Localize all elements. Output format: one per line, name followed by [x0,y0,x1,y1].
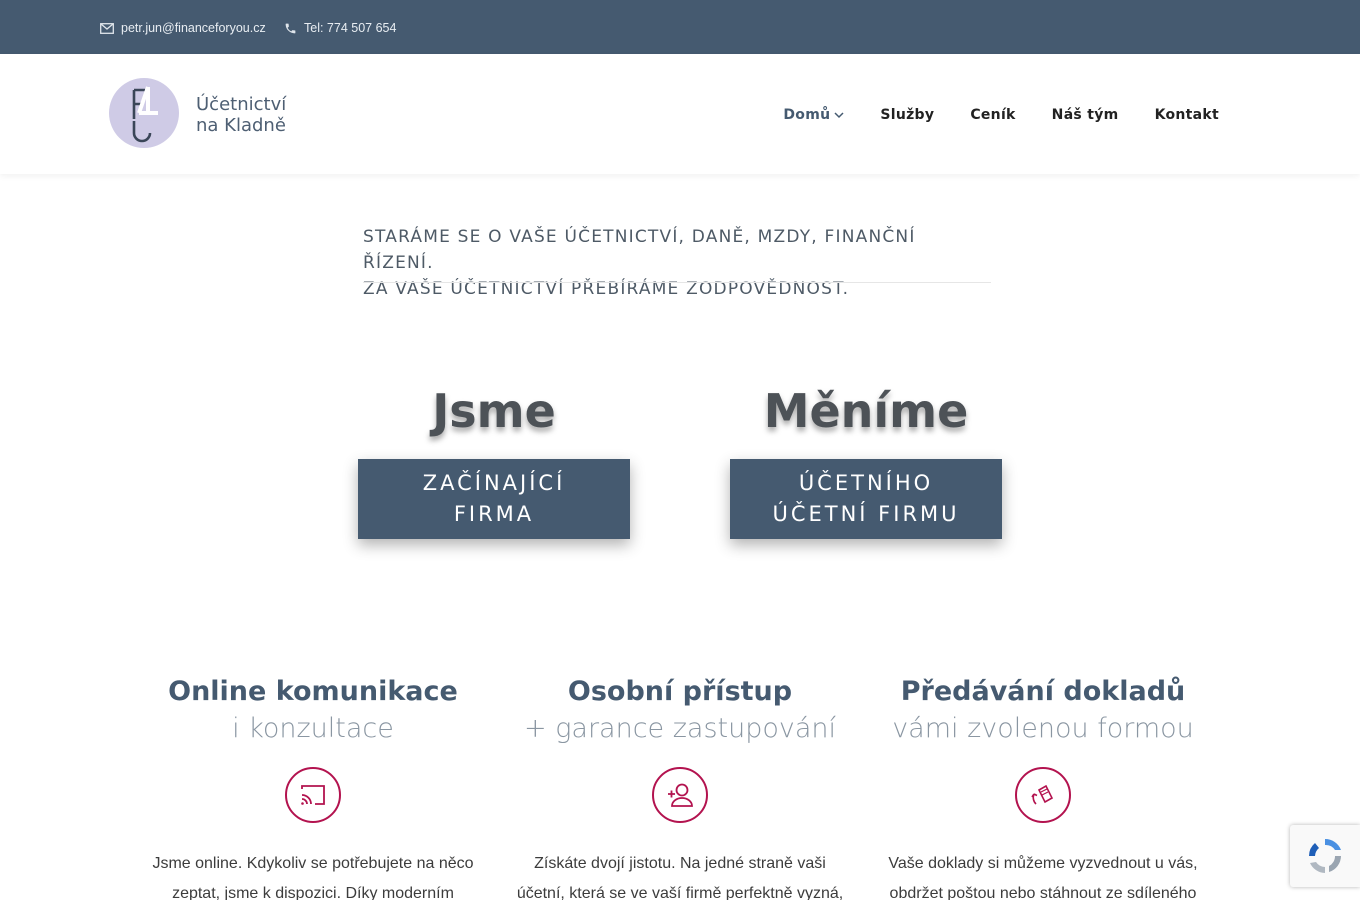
email-link[interactable]: petr.jun@financeforyou.cz [100,20,266,36]
hero-word-menime: Měníme [763,384,969,438]
nav-item-label: Ceník [970,107,1016,123]
nav-item-label: Kontakt [1154,107,1219,123]
hero-word-jsme: Jsme [432,384,556,438]
feature-text-line1: Vaše doklady si můžeme vyzvednout u vás, [888,855,1198,872]
nav-item-cenik[interactable]: Ceník [970,107,1015,123]
hero-box-line1: ZAČÍNAJÍCÍ [422,471,566,495]
feature-title: Osobní přístup [567,676,793,707]
top-bar: petr.jun@financeforyou.cz Tel: 774 507 6… [0,0,1360,54]
chevron-down-icon [834,111,844,118]
feature-text-line2: obdržet poštou nebo stáhnout ze sdílenéh… [889,885,1197,900]
feature-text-line2: zeptat, jsme k dispozici. Díky moderním [172,885,454,900]
nav-item-label: Domů [783,107,831,123]
nav-item-label: Služby [880,107,935,123]
site-header: Účetnictví na Kladně Domů Služby Ceník N… [0,54,1360,174]
tagline: STARÁME SE O VAŠE ÚČETNICTVÍ, DANĚ, MZDY… [363,224,991,302]
recaptcha-badge[interactable] [1290,825,1360,887]
cast-icon [285,767,341,823]
phone-text: Tel: 774 507 654 [304,21,397,35]
feature-text: Vaše doklady si můžeme vyzvednout u vás,… [873,849,1213,900]
feature-subtitle: i konzultace [232,713,394,744]
add-user-icon [652,767,708,823]
hero-box-ucetni-firmu[interactable]: ÚČETNÍHO ÚČETNÍ FIRMU [730,459,1002,539]
nav-item-nas-tym[interactable]: Náš tým [1052,107,1119,123]
feature-text-line1: Získáte dvojí jistotu. Na jedné straně v… [534,855,826,872]
logo-text[interactable]: Účetnictví na Kladně [196,94,286,136]
nav-item-sluzby[interactable]: Služby [880,107,934,123]
feature-text: Jsme online. Kdykoliv se potřebujete na … [143,849,483,900]
phone-icon [285,23,296,33]
logo-text-line2: na Kladně [196,115,286,136]
feature-title: Online komunikace [168,676,458,707]
feature-predavani-dokladu: Předávání dokladů vámi zvolenou formou V… [873,674,1213,900]
hero-box-line2: ÚČETNÍ FIRMU [772,502,960,526]
logo-icon [109,78,179,148]
feature-text-line1: Jsme online. Kdykoliv se potřebujete na … [152,855,474,872]
document-rotate-icon [1015,767,1071,823]
email-text: petr.jun@financeforyou.cz [121,21,266,35]
main-nav: Domů Služby Ceník Náš tým Kontakt [747,107,1219,123]
feature-title: Předávání dokladů [900,676,1186,707]
feature-subtitle: + garance zastupování [523,713,837,744]
feature-subtitle: vámi zvolenou formou [892,713,1194,744]
feature-osobni-pristup: Osobní přístup + garance zastupování Zís… [510,674,850,900]
nav-item-domu[interactable]: Domů [783,107,844,123]
phone-link[interactable]: Tel: 774 507 654 [284,20,396,36]
feature-text-line2: účetní, která se ve vaší firmě perfektně… [516,885,844,900]
nav-item-kontakt[interactable]: Kontakt [1155,107,1219,123]
hero-box-line2: FIRMA [453,502,535,526]
feature-online-komunikace: Online komunikace i konzultace Jsme onli… [143,674,483,900]
hero-box-line1: ÚČETNÍHO [798,471,934,495]
logo-text-line1: Účetnictví [196,94,287,115]
nav-item-label: Náš tým [1051,107,1119,123]
feature-text: Získáte dvojí jistotu. Na jedné straně v… [510,849,850,900]
divider [363,282,991,283]
tagline-line2: ZA VAŠE ÚČETNICTVÍ PŘEBÍRÁME ZODPOVĚDNOS… [363,279,850,299]
hero-box-zacinajici-firma[interactable]: ZAČÍNAJÍCÍ FIRMA [358,459,630,539]
mail-icon [100,22,114,34]
recaptcha-icon [1309,838,1341,873]
logo[interactable] [108,77,180,149]
tagline-line1: STARÁME SE O VAŠE ÚČETNICTVÍ, DANĚ, MZDY… [363,227,916,273]
